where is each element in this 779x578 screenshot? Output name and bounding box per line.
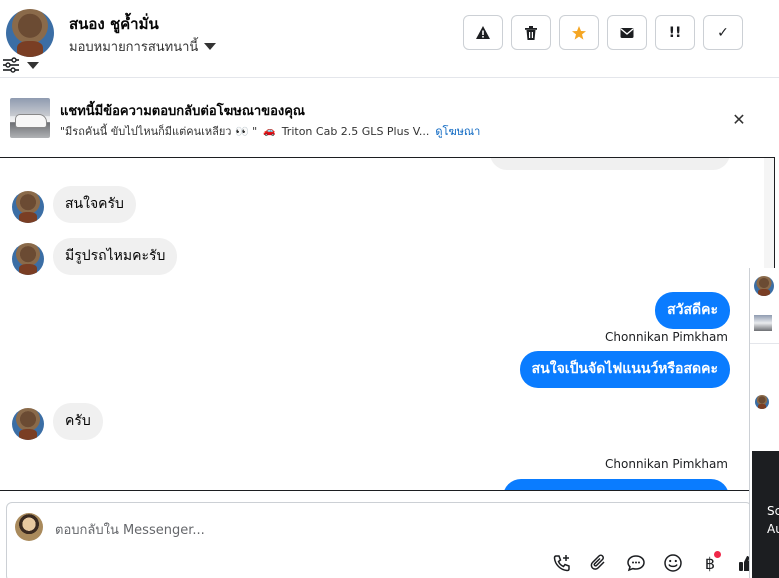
message-bubble-partial — [490, 158, 730, 170]
star-icon — [572, 25, 586, 40]
close-icon: ✕ — [732, 110, 746, 129]
ad-name: Triton Cab 2.5 GLS Plus V... — [281, 124, 430, 138]
attachment-icon — [590, 554, 605, 570]
report-icon — [476, 25, 490, 39]
banner-title: แชทนี้มีข้อความตอบกลับต่อโฆษณาของคุณ — [60, 104, 305, 119]
car-icon: 🚗 — [263, 125, 276, 137]
incoming-message[interactable]: มีรูปรถไหมคะรับ — [53, 238, 178, 275]
filter-chevron-down-icon[interactable] — [27, 62, 39, 69]
divider — [750, 343, 779, 344]
contact-avatar — [754, 276, 774, 296]
notification-dot — [714, 551, 721, 558]
reply-composer: ตอบกลับใน Messenger... ฿ — [6, 502, 755, 578]
incoming-message[interactable]: ครับ — [53, 403, 103, 440]
star-button[interactable] — [559, 15, 599, 50]
saved-reply-icon — [627, 555, 645, 572]
assign-label: มอบหมายการสนทนานี้ — [69, 40, 199, 55]
ad-thumbnail[interactable] — [10, 98, 50, 138]
saved-reply-button[interactable] — [624, 551, 648, 575]
header-actions: !! ✓ — [463, 15, 743, 50]
page-avatar — [15, 513, 43, 541]
assign-conversation-dropdown[interactable]: มอบหมายการสนทนานี้ — [69, 36, 217, 57]
contact-avatar — [12, 191, 44, 223]
mail-icon — [620, 27, 634, 38]
outgoing-message-partial[interactable] — [503, 479, 729, 490]
popup-text: Sc — [767, 504, 779, 518]
contact-avatar — [12, 408, 44, 440]
filter-icon[interactable] — [2, 57, 20, 73]
mark-done-button[interactable]: ✓ — [703, 15, 743, 50]
contact-avatar — [12, 243, 44, 275]
reply-input[interactable]: ตอบกลับใน Messenger... — [55, 519, 205, 540]
emoji-icon — [664, 554, 682, 572]
delete-button[interactable] — [511, 15, 551, 50]
incoming-message[interactable]: สนใจครับ — [53, 186, 136, 223]
conversation-header: สนอง ชูค้ำมั่น มอบหมายการสนทนานี้ !! ✓ — [0, 0, 779, 78]
contact-avatar[interactable] — [6, 9, 54, 57]
contact-name[interactable]: สนอง ชูค้ำมั่น — [69, 12, 159, 36]
sender-name: Chonnikan Pimkham — [605, 330, 728, 344]
banner-subtitle: "มีรถคันนี้ ขับไปไหนก็มีแต่คนเหลียว 👀 " … — [60, 122, 480, 140]
view-ad-link[interactable]: ดูโฆษณา — [435, 122, 480, 140]
attach-button[interactable] — [587, 551, 611, 575]
trash-icon — [525, 25, 537, 40]
sender-name: Chonnikan Pimkham — [605, 457, 728, 471]
report-button[interactable] — [463, 15, 503, 50]
ad-thumbnail — [754, 315, 772, 331]
follow-up-icon: !! — [668, 24, 682, 41]
secondary-chat-window[interactable]: Sc Au — [749, 268, 779, 578]
ad-reply-banner: แชทนี้มีข้อความตอบกลับต่อโฆษณาของคุณ "มี… — [0, 79, 779, 157]
call-add-icon — [553, 555, 570, 572]
close-banner-button[interactable]: ✕ — [729, 108, 749, 129]
follow-up-button[interactable]: !! — [655, 15, 695, 50]
call-add-button[interactable] — [550, 551, 574, 575]
message-thread[interactable]: สนใจครับ มีรูปรถไหมคะรับ สวัสดีคะ Chonni… — [0, 157, 775, 491]
mark-unread-button[interactable] — [607, 15, 647, 50]
contact-avatar — [755, 395, 769, 409]
outgoing-message[interactable]: สวัสดีคะ — [655, 292, 730, 329]
chevron-down-icon — [204, 43, 217, 50]
outgoing-message[interactable]: สนใจเป็นจัดไฟแนนว์หรือสดคะ — [519, 351, 730, 388]
popup-text: Au — [767, 522, 779, 536]
composer-toolbar: ฿ — [550, 551, 759, 575]
check-icon: ✓ — [717, 24, 729, 41]
ad-quote: "มีรถคันนี้ ขับไปไหนก็มีแต่คนเหลียว 👀 " — [60, 125, 258, 138]
payment-button[interactable]: ฿ — [698, 551, 722, 575]
emoji-button[interactable] — [661, 551, 685, 575]
